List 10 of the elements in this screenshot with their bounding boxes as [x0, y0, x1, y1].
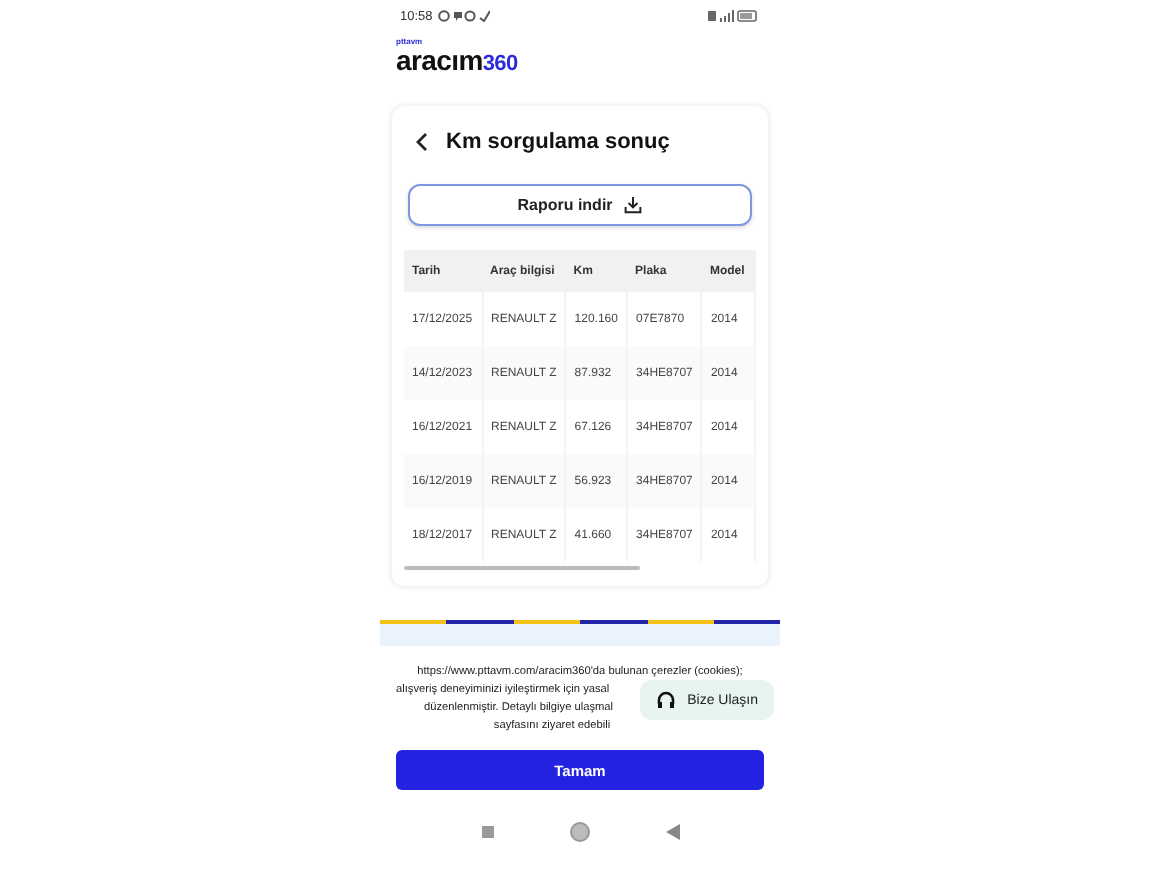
download-icon: [624, 196, 643, 214]
home-icon[interactable]: [569, 822, 589, 842]
recents-icon[interactable]: [481, 826, 493, 838]
back-icon[interactable]: [416, 132, 428, 152]
scrollbar[interactable]: [404, 566, 640, 570]
download-button[interactable]: Raporu indir: [408, 184, 752, 226]
signal-battery-icons: [708, 10, 760, 22]
page-title: Km sorgulama sonuç: [446, 130, 670, 154]
status-icons: [438, 10, 491, 22]
headset-icon: [655, 690, 676, 710]
